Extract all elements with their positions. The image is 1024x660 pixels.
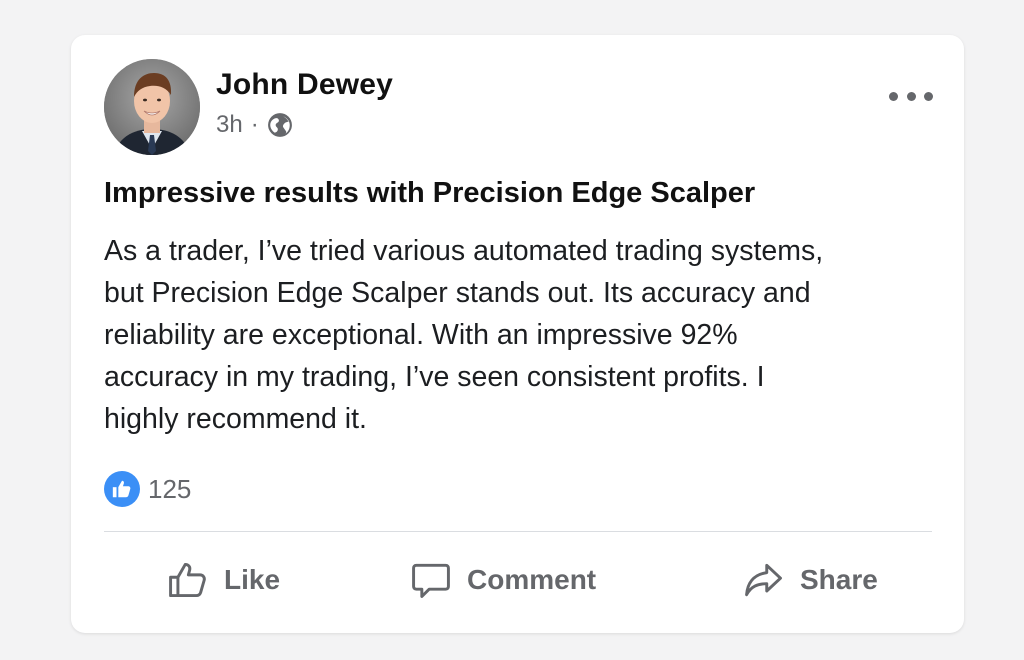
thumbs-up-icon (104, 471, 140, 507)
comment-label: Comment (467, 564, 597, 595)
post-meta: 3h · (216, 111, 293, 139)
like-label: Like (224, 564, 281, 595)
reaction-count: 125 (148, 473, 192, 504)
more-dot (906, 91, 916, 101)
thumbs-up-outline-icon (169, 562, 206, 598)
reactions-summary[interactable]: 125 (104, 471, 191, 507)
divider (104, 531, 932, 532)
comment-icon (412, 563, 450, 598)
post-title: Impressive results with Precision Edge S… (104, 177, 756, 209)
post-body: As a trader, I’ve tried various automate… (104, 235, 824, 435)
more-options-icon[interactable] (889, 81, 933, 111)
comment-button[interactable]: Comment (409, 552, 596, 608)
action-bar: Like Comment Share (104, 552, 932, 608)
globe-icon[interactable] (267, 112, 293, 138)
share-label: Share (800, 564, 878, 595)
share-arrow-icon (745, 563, 782, 597)
more-dot (924, 91, 933, 101)
avatar[interactable] (104, 59, 200, 155)
post-card: John Dewey 3h · Impressive results with … (71, 35, 964, 633)
post-time[interactable]: 3h (216, 111, 243, 139)
author-name[interactable]: John Dewey (216, 68, 393, 102)
more-dot (889, 91, 898, 101)
share-button[interactable]: Share (742, 552, 878, 608)
meta-separator: · (250, 111, 259, 138)
like-button[interactable]: Like (166, 552, 280, 608)
